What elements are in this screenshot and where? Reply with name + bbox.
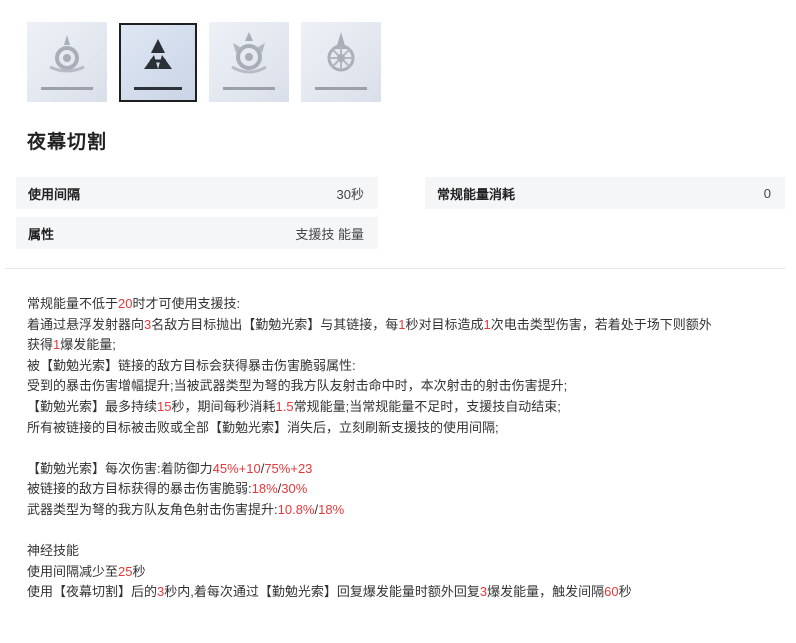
description-text: 常规能量不低于 xyxy=(27,296,119,311)
description-text: 秒 xyxy=(618,584,632,600)
section-divider xyxy=(5,268,786,269)
skill-icon-3[interactable] xyxy=(209,22,289,102)
description-line: 受到的暴击伤害增幅提升;当被武器类型为弩的我方队友射击命中时，本次射击的射击伤害… xyxy=(27,376,787,397)
description-text: 秒，期间每秒消耗 xyxy=(171,398,276,414)
description-text: 着通过悬浮发射器向 xyxy=(27,316,145,332)
stat-key: 使用间隔 xyxy=(28,186,81,202)
stat-key: 属性 xyxy=(28,226,55,242)
description-line: 所有被链接的目标被击败或全部【勤勉光索】消失后，立刻刷新支援技的使用间隔; xyxy=(27,418,787,439)
highlight-value: 1 xyxy=(398,316,406,332)
highlight-value: 20 xyxy=(118,296,133,311)
crest-icon xyxy=(231,32,267,74)
description-text: 秒内,着每次通过【勤勉光索】回复爆发能量时额外回复 xyxy=(164,584,480,600)
description-line: 被链接的敌方目标获得的暴击伤害脆弱:18%/30% xyxy=(27,479,787,500)
description-line: 被【勤勉光索】链接的敌方目标会获得暴击伤害脆弱属性: xyxy=(27,356,787,377)
description-text: 被【勤勉光索】链接的敌方目标会获得暴击伤害脆弱属性: xyxy=(27,357,356,373)
description-line: 常规能量不低于20时才可使用支援技: xyxy=(27,294,787,315)
highlight-value: 1 xyxy=(483,316,491,332)
stat-energy-cost: 常规能量消耗 0 xyxy=(425,177,785,209)
icon-underline xyxy=(134,87,182,90)
description-text: 所有被链接的目标被击败或全部【勤勉光索】消失后，立刻刷新支援技的使用间隔; xyxy=(27,419,499,435)
description-line: 【勤勉光索】最多持续15秒，期间每秒消耗1.5常规能量;当常规能量不足时，支援技… xyxy=(27,397,787,418)
stat-value: 30秒 xyxy=(336,186,364,202)
triangle-blades-icon xyxy=(144,39,172,69)
description-line: 神经技能 xyxy=(27,541,787,562)
description-line: 使用【夜幕切割】后的3秒内,着每次通过【勤勉光索】回复爆发能量时额外回复3爆发能… xyxy=(27,582,787,603)
highlight-value: 30% xyxy=(281,481,308,497)
description-line: 【勤勉光索】每次伤害:着防御力45%+10/75%+23 xyxy=(27,459,787,480)
highlight-value: 1.5 xyxy=(275,398,294,414)
description-text: 秒 xyxy=(132,563,146,579)
skill-title: 夜幕切割 xyxy=(27,132,108,153)
stat-key: 常规能量消耗 xyxy=(437,186,516,202)
highlight-value: 25 xyxy=(118,563,133,579)
highlight-value: 18% xyxy=(251,481,278,497)
stat-value: 支援技 能量 xyxy=(295,226,364,242)
description-text: 【勤勉光索】最多持续 xyxy=(27,398,158,414)
description-text: 爆发能量，触发间隔 xyxy=(487,584,605,600)
highlight-value: 18% xyxy=(318,501,345,517)
description-text: 【勤勉光索】每次伤害:着防御力 xyxy=(27,460,213,476)
description-line: 着通过悬浮发射器向3名敌方目标抛出【勤勉光索】与其链接，每1秒对目标造成1次电击… xyxy=(27,315,787,336)
description-text: 名敌方目标抛出【勤勉光索】与其链接，每 xyxy=(151,316,399,332)
skill-icon-4[interactable] xyxy=(301,22,381,102)
description-text: 常规能量;当常规能量不足时，支援技自动结束; xyxy=(293,398,561,414)
description-line: 使用间隔减少至25秒 xyxy=(27,562,787,583)
skill-icon-1[interactable] xyxy=(27,22,107,102)
description-text: 次电击类型伤害，若着处于场下则额外 xyxy=(490,316,712,332)
description-text: 使用【夜幕切割】后的 xyxy=(27,584,158,600)
spiked-ring-icon xyxy=(327,32,355,72)
highlight-value: 60 xyxy=(604,584,619,600)
description-text: 使用间隔减少至 xyxy=(27,563,119,579)
stat-cooldown: 使用间隔 30秒 xyxy=(16,177,378,209)
skill-icon-2[interactable] xyxy=(119,23,197,102)
description-text: 被链接的敌方目标获得的暴击伤害脆弱: xyxy=(27,481,252,497)
highlight-value: 45%+10 xyxy=(212,460,261,476)
stat-attribute: 属性 支援技 能量 xyxy=(16,217,378,249)
stat-value: 0 xyxy=(763,185,771,201)
icon-underline xyxy=(223,87,275,90)
description-text: 受到的暴击伤害增幅提升;当被武器类型为弩的我方队友射击命中时，本次射击的射击伤害… xyxy=(27,378,568,394)
icon-underline xyxy=(41,87,93,90)
description-line: 获得1爆发能量; xyxy=(27,335,787,356)
description-text: 爆发能量; xyxy=(60,337,116,353)
description-text: 武器类型为弩的我方队友角色射击伤害提升: xyxy=(27,501,278,517)
highlight-value: 15 xyxy=(157,398,172,414)
skill-icon-row xyxy=(27,22,381,102)
emblem-icon xyxy=(49,35,85,73)
highlight-value: 10.8% xyxy=(277,501,315,517)
description-text: 秒对目标造成 xyxy=(405,316,484,332)
description-text: 时才可使用支援技: xyxy=(132,296,241,311)
highlight-value: 75%+23 xyxy=(264,460,313,476)
description-text: 获得 xyxy=(27,337,54,353)
skill-description: 常规能量不低于20时才可使用支援技: 着通过悬浮发射器向3名敌方目标抛出【勤勉光索… xyxy=(27,294,787,603)
description-line: 武器类型为弩的我方队友角色射击伤害提升:10.8%/18% xyxy=(27,500,787,521)
icon-underline xyxy=(315,87,367,90)
description-text: 神经技能 xyxy=(27,543,80,559)
